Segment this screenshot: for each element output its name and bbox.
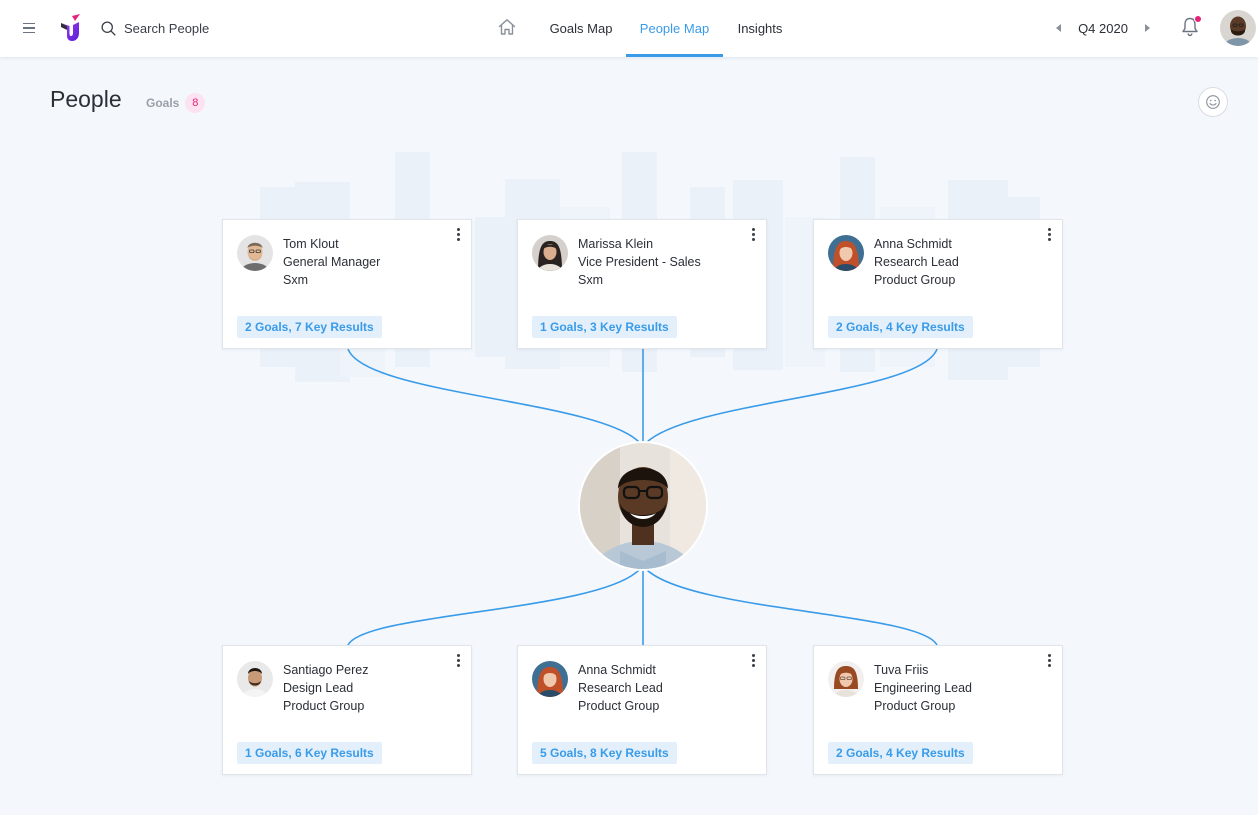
search-icon[interactable] — [100, 20, 117, 37]
search-bar — [100, 16, 320, 40]
notifications-button[interactable] — [1180, 15, 1202, 40]
avatar — [828, 661, 864, 697]
person-info: Tuva Friis Engineering Lead Product Grou… — [874, 661, 972, 715]
person-group: Product Group — [283, 699, 365, 713]
person-info: Anna Schmidt Research Lead Product Group — [578, 661, 663, 715]
person-group: Product Group — [874, 699, 956, 713]
person-card[interactable]: Anna Schmidt Research Lead Product Group… — [813, 219, 1063, 349]
hamburger-menu-icon[interactable] — [20, 18, 38, 38]
tab-insights[interactable]: Insights — [725, 0, 795, 57]
smiley-icon — [1206, 95, 1220, 109]
person-info: Tom Klout General Manager Sxm — [283, 235, 380, 289]
goals-stat-badge[interactable]: 1 Goals, 3 Key Results — [532, 316, 677, 338]
avatar — [532, 661, 568, 697]
person-group: Sxm — [283, 273, 308, 287]
more-options-icon[interactable] — [1044, 226, 1054, 242]
tab-goals-map[interactable]: Goals Map — [538, 0, 624, 57]
person-role: Research Lead — [874, 255, 959, 269]
more-options-icon[interactable] — [748, 226, 758, 242]
avatar — [828, 235, 864, 271]
person-card[interactable]: Santiago Perez Design Lead Product Group… — [222, 645, 472, 775]
caret-right-icon[interactable] — [1140, 21, 1154, 35]
search-input[interactable] — [124, 20, 304, 36]
goals-label: Goals — [146, 96, 180, 110]
person-group: Product Group — [578, 699, 660, 713]
goals-stat-badge[interactable]: 2 Goals, 7 Key Results — [237, 316, 382, 338]
person-name: Marissa Klein — [578, 237, 654, 251]
avatar — [237, 661, 273, 697]
user-avatar[interactable] — [1220, 10, 1256, 46]
feedback-button[interactable] — [1198, 87, 1228, 117]
more-options-icon[interactable] — [453, 652, 463, 668]
selected-person-avatar[interactable] — [580, 443, 706, 569]
more-options-icon[interactable] — [453, 226, 463, 242]
person-info: Anna Schmidt Research Lead Product Group — [874, 235, 959, 289]
person-group: Sxm — [578, 273, 603, 287]
goals-stat-badge[interactable]: 1 Goals, 6 Key Results — [237, 742, 382, 764]
person-name: Anna Schmidt — [874, 237, 952, 251]
app-logo[interactable] — [58, 14, 82, 42]
person-info: Santiago Perez Design Lead Product Group — [283, 661, 368, 715]
period-selector: Q4 2020 — [1052, 16, 1154, 40]
person-role: Engineering Lead — [874, 681, 972, 695]
avatar — [237, 235, 273, 271]
goals-stat-badge[interactable]: 2 Goals, 4 Key Results — [828, 316, 973, 338]
person-name: Tuva Friis — [874, 663, 929, 677]
avatar — [532, 235, 568, 271]
more-options-icon[interactable] — [1044, 652, 1054, 668]
caret-left-icon[interactable] — [1052, 21, 1066, 35]
top-bar: Goals Map People Map Insights Q4 2020 — [0, 0, 1258, 57]
notification-dot — [1194, 15, 1202, 23]
tab-people-map[interactable]: People Map — [626, 0, 723, 57]
person-info: Marissa Klein Vice President - Sales Sxm — [578, 235, 701, 289]
person-role: General Manager — [283, 255, 381, 269]
person-group: Product Group — [874, 273, 956, 287]
home-icon[interactable] — [497, 17, 517, 37]
period-label[interactable]: Q4 2020 — [1078, 21, 1128, 36]
person-name: Santiago Perez — [283, 663, 369, 677]
person-role: Research Lead — [578, 681, 663, 695]
goals-stat-badge[interactable]: 2 Goals, 4 Key Results — [828, 742, 973, 764]
goals-summary[interactable]: Goals 8 — [146, 93, 206, 113]
person-name: Anna Schmidt — [578, 663, 656, 677]
person-card[interactable]: Anna Schmidt Research Lead Product Group… — [517, 645, 767, 775]
person-card[interactable]: Marissa Klein Vice President - Sales Sxm… — [517, 219, 767, 349]
person-card[interactable]: Tom Klout General Manager Sxm 2 Goals, 7… — [222, 219, 472, 349]
goals-stat-badge[interactable]: 5 Goals, 8 Key Results — [532, 742, 677, 764]
person-card[interactable]: Tuva Friis Engineering Lead Product Grou… — [813, 645, 1063, 775]
more-options-icon[interactable] — [748, 652, 758, 668]
person-name: Tom Klout — [283, 237, 339, 251]
page-title: People — [50, 86, 122, 112]
goals-count-badge: 8 — [185, 93, 206, 113]
person-role: Design Lead — [283, 681, 354, 695]
person-role: Vice President - Sales — [578, 255, 701, 269]
